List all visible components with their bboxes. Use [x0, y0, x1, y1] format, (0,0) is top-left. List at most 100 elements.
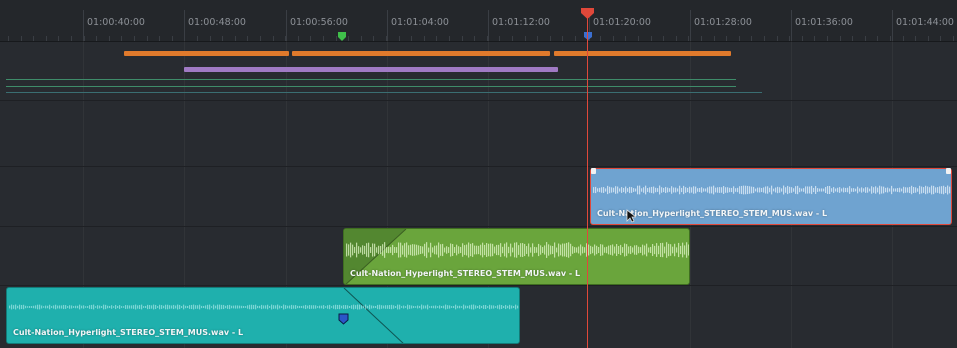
- waveform-sample: [580, 244, 582, 256]
- waveform-sample: [631, 187, 633, 193]
- clip-handle-left[interactable]: [590, 167, 598, 175]
- waveform-sample: [709, 186, 711, 194]
- waveform-sample: [55, 304, 57, 310]
- green-track-line: [6, 79, 736, 80]
- waveform-sample: [374, 243, 376, 257]
- waveform-sample: [682, 242, 684, 258]
- ruler-minor-tick: [638, 36, 639, 41]
- waveform-sample: [31, 306, 33, 308]
- purple-region-bar[interactable]: [184, 67, 558, 72]
- waveform-sample: [41, 305, 43, 309]
- waveform-sample: [703, 188, 705, 192]
- waveform-sample: [348, 244, 350, 256]
- waveform-sample: [869, 188, 871, 192]
- waveform-sample: [203, 305, 205, 309]
- waveform-sample: [432, 247, 434, 253]
- waveform-sample: [251, 304, 253, 310]
- playhead-triangle-icon[interactable]: [581, 8, 594, 20]
- waveform-sample: [81, 305, 83, 309]
- waveform-sample: [747, 185, 749, 195]
- marker-icon[interactable]: [337, 32, 347, 42]
- waveform-sample: [947, 185, 949, 195]
- orange-region-bar[interactable]: [292, 51, 550, 56]
- clip-handle-right[interactable]: [945, 167, 953, 175]
- waveform-sample: [368, 242, 370, 258]
- waveform-sample: [458, 246, 460, 254]
- waveform-sample: [883, 186, 885, 194]
- waveform-sample: [19, 304, 21, 310]
- orange-region-bar[interactable]: [554, 51, 731, 56]
- waveform-sample: [191, 304, 193, 310]
- timecode-ruler[interactable]: 01:00:40:00 01:00:48:00 01:00:56:00 01:0…: [0, 0, 957, 42]
- waveform-sample: [507, 305, 509, 309]
- waveform-sample: [815, 186, 817, 194]
- waveform-sample: [353, 304, 355, 310]
- waveform-sample: [209, 304, 211, 310]
- waveform-sample: [457, 305, 459, 309]
- audio-clip-green[interactable]: Cult-Nation_Hyperlight_STEREO_STEM_MUS.w…: [343, 228, 690, 285]
- waveform-sample: [267, 304, 269, 310]
- waveform-sample: [135, 304, 137, 310]
- audio-clip-blue[interactable]: Cult-Nation_Hyperlight_STEREO_STEM_MUS.w…: [590, 168, 952, 225]
- ruler-minor-tick: [147, 36, 148, 41]
- ruler-minor-tick: [525, 36, 526, 41]
- waveform-sample: [63, 304, 65, 310]
- waveform-sample: [661, 187, 663, 193]
- waveform-sample: [307, 305, 309, 309]
- waveform-sample: [887, 187, 889, 193]
- waveform-sample: [598, 246, 600, 254]
- waveform-sample: [241, 305, 243, 309]
- waveform-sample: [473, 304, 475, 310]
- ruler-major-tick: [791, 10, 792, 41]
- waveform-sample: [408, 245, 410, 255]
- waveform-sample: [335, 304, 337, 310]
- waveform-sample: [398, 242, 400, 258]
- waveform-sample: [211, 306, 213, 308]
- waveform-sample: [440, 244, 442, 256]
- audio-clip-teal[interactable]: Cult-Nation_Hyperlight_STEREO_STEM_MUS.w…: [6, 287, 520, 344]
- waveform-sample: [400, 242, 402, 258]
- waveform-sample: [159, 304, 161, 310]
- waveform-sample: [413, 305, 415, 309]
- waveform-sample: [933, 185, 935, 195]
- orange-region-bar[interactable]: [124, 51, 289, 56]
- waveform-sample: [611, 187, 613, 193]
- waveform-sample: [480, 244, 482, 256]
- waveform-sample: [133, 305, 135, 309]
- ruler-minor-tick: [676, 36, 677, 41]
- ruler-minor-tick: [764, 36, 765, 41]
- waveform-sample: [594, 244, 596, 256]
- track-divider: [0, 100, 957, 101]
- ruler-minor-tick: [298, 36, 299, 41]
- waveform-sample: [454, 247, 456, 253]
- keyframe-icon[interactable]: [338, 312, 349, 326]
- waveform-sample: [481, 305, 483, 309]
- marker-icon[interactable]: [584, 32, 592, 41]
- ruler-major-tick: [690, 10, 691, 41]
- waveform-sample: [677, 188, 679, 192]
- ruler-minor-tick: [499, 36, 500, 41]
- waveform-sample: [913, 186, 915, 194]
- waveform-sample: [515, 304, 517, 310]
- waveform-sample: [169, 305, 171, 309]
- waveform-sample: [412, 244, 414, 256]
- waveform-sample: [379, 304, 381, 310]
- waveform-sample: [469, 305, 471, 309]
- waveform-sample: [345, 305, 347, 309]
- waveform-sample: [359, 304, 361, 310]
- waveform-sample: [597, 188, 599, 192]
- waveform-sample: [478, 245, 480, 255]
- waveform-sample: [430, 242, 432, 258]
- timeline-panel[interactable]: 01:00:40:00 01:00:48:00 01:00:56:00 01:0…: [0, 0, 957, 348]
- waveform-sample: [552, 245, 554, 255]
- ruler-timecode-label: 01:01:04:00: [391, 17, 449, 28]
- waveform-sample: [831, 188, 833, 192]
- waveform-sample: [646, 243, 648, 257]
- playhead-line[interactable]: [587, 14, 588, 348]
- waveform-sample: [582, 246, 584, 254]
- waveform-sample: [441, 305, 443, 309]
- ruler-major-tick: [488, 10, 489, 41]
- ruler-minor-tick: [575, 36, 576, 41]
- waveform-sample: [33, 305, 35, 309]
- ruler-minor-tick: [310, 36, 311, 41]
